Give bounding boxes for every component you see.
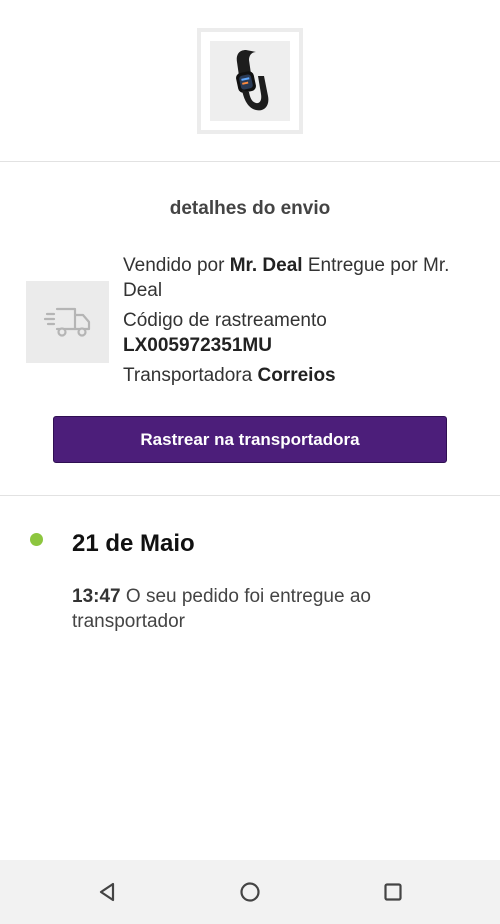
sold-by-label: Vendido por	[123, 255, 225, 276]
timeline-event: 13:47 O seu pedido foi entregue ao trans…	[72, 584, 452, 634]
carrier-name: Correios	[257, 365, 336, 386]
carrier-line: Transportadora Correios	[123, 363, 458, 388]
system-navigation-bar	[0, 860, 500, 924]
section-title: detalhes do envio	[169, 198, 331, 219]
carrier-label: Transportadora	[123, 365, 253, 386]
truck-icon	[43, 307, 90, 337]
home-circle-icon	[240, 882, 260, 902]
recents-button[interactable]	[377, 876, 409, 908]
product-image	[210, 41, 290, 121]
timeline-date: 21 de Maio	[72, 530, 195, 557]
product-image-frame[interactable]	[197, 28, 303, 134]
section-divider	[0, 495, 500, 496]
back-triangle-icon	[99, 882, 115, 902]
fitness-band-icon	[236, 50, 269, 111]
tracking-label: Código de rastreamento	[123, 310, 327, 331]
shipping-info-text: Vendido por Mr. Deal Entregue por Mr. De…	[123, 253, 458, 388]
shipping-details-screen: detalhes do envio Vendido por Mr. Deal E…	[0, 0, 500, 924]
back-button[interactable]	[91, 876, 123, 908]
timeline-status-dot	[30, 533, 43, 546]
product-header	[0, 0, 500, 162]
home-button[interactable]	[234, 876, 266, 908]
seller-name: Mr. Deal	[229, 255, 303, 276]
tracking-code: LX005972351MU	[123, 335, 272, 356]
truck-icon-box	[26, 281, 109, 363]
seller-line: Vendido por Mr. Deal Entregue por Mr. De…	[123, 253, 458, 303]
recents-square-icon	[384, 883, 402, 901]
delivered-by-label: Entregue por	[307, 255, 418, 276]
track-carrier-button[interactable]: Rastrear na transportadora	[53, 416, 447, 463]
event-time: 13:47	[72, 586, 121, 607]
